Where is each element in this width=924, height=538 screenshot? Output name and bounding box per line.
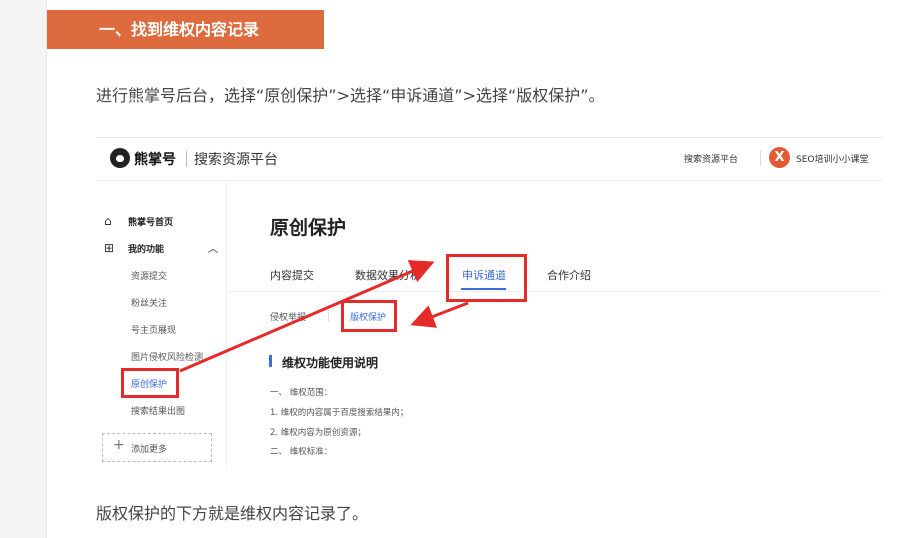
- arrow-to-copyright-protection: [410, 301, 469, 328]
- embedded-screenshot: 熊掌号 搜索资源平台 搜索资源平台 X SEO培训小小课堂 ⌂ 熊掌号首页 ⊞ …: [96, 137, 882, 468]
- annotation-arrows: [179, 260, 469, 373]
- left-margin-bar: [0, 0, 47, 538]
- closing-paragraph: 版权保护的下方就是维权内容记录了。: [96, 504, 369, 523]
- arrow-to-appeal-channel: [179, 260, 435, 373]
- intro-paragraph: 进行熊掌号后台，选择“原创保护”>选择“申诉通道”>选择“版权保护”。: [96, 86, 605, 105]
- section-title: 一、找到维权内容记录: [47, 10, 324, 49]
